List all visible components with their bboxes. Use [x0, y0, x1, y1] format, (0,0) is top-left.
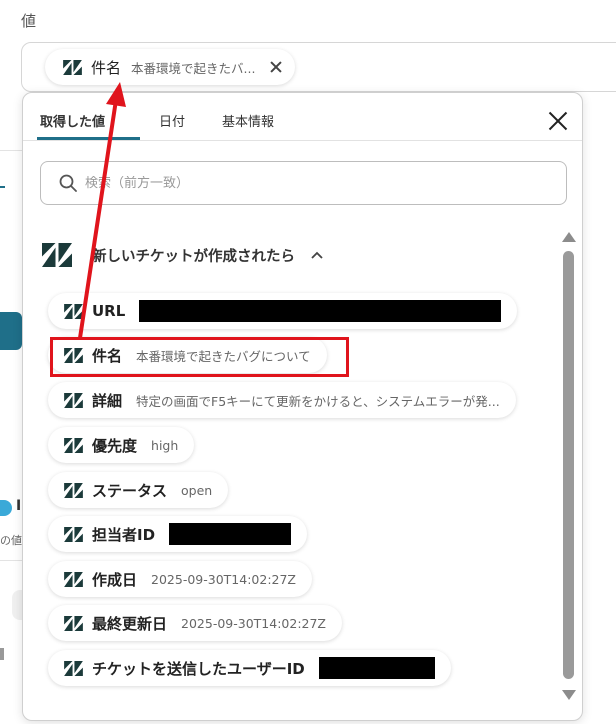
highlight-box: [50, 337, 349, 377]
field-item-assignee-id[interactable]: 担当者ID: [48, 516, 308, 552]
background-divider: [0, 648, 4, 660]
value-picker-popover: 取得した値 日付 基本情報 新しいチケットが作成されたら: [22, 92, 583, 721]
active-tab-indicator: [37, 137, 140, 140]
background-divider: [0, 560, 22, 561]
search-icon: [59, 174, 77, 192]
field-key: 優先度: [92, 436, 138, 455]
field-item-status[interactable]: ステータス open: [48, 472, 229, 508]
close-icon[interactable]: [269, 60, 283, 74]
tab-fetched-values[interactable]: 取得した値: [40, 111, 105, 130]
background-divider: [0, 150, 22, 151]
background-button-edge: [0, 312, 22, 350]
field-key: 詳細: [92, 391, 123, 410]
tab-bar: 取得した値 日付 基本情報: [23, 93, 582, 141]
redacted-value: [139, 300, 502, 322]
background-icon-edge: [0, 500, 12, 516]
zendesk-icon: [42, 243, 72, 267]
field-key: チケットを送信したユーザーID: [92, 659, 305, 678]
background-partial-text: I: [16, 498, 22, 514]
section-header[interactable]: 新しいチケットが作成されたら: [42, 243, 323, 267]
field-item-created-at[interactable]: 作成日 2025-09-30T14:02:27Z: [48, 561, 312, 597]
zendesk-icon: [64, 660, 83, 676]
chevron-up-icon[interactable]: [311, 251, 323, 259]
field-label: 値: [21, 12, 37, 30]
scroll-down-arrow[interactable]: [561, 689, 577, 701]
field-key: ステータス: [92, 481, 168, 500]
background-teal-mark: [0, 186, 5, 188]
zendesk-icon: [63, 59, 82, 75]
zendesk-icon: [64, 392, 83, 408]
background-partial-text: の値: [0, 534, 22, 547]
field-value: open: [181, 482, 213, 498]
redacted-value: [169, 523, 292, 545]
search-input[interactable]: [85, 175, 505, 191]
section-title: 新しいチケットが作成されたら: [92, 248, 295, 265]
background-divider: [12, 590, 22, 620]
field-value: 2025-09-30T14:02:27Z: [181, 615, 326, 631]
chip-value: 本番環境で起きたバ...: [131, 60, 256, 76]
redacted-value: [318, 657, 435, 679]
zendesk-icon: [64, 482, 83, 498]
field-item-updated-at[interactable]: 最終更新日 2025-09-30T14:02:27Z: [48, 605, 342, 641]
search-field[interactable]: [40, 161, 567, 205]
zendesk-icon: [64, 526, 83, 542]
field-item-details[interactable]: 詳細 特定の画面でF5キーにて更新をかけると、システムエラーが発...: [48, 382, 516, 418]
zendesk-icon: [64, 571, 83, 587]
scrollbar-thumb[interactable]: [563, 251, 574, 679]
close-icon[interactable]: [548, 111, 568, 131]
zendesk-icon: [64, 615, 83, 631]
field-value: high: [151, 437, 179, 453]
field-item-url[interactable]: URL: [48, 293, 518, 329]
field-item-priority[interactable]: 優先度 high: [48, 427, 195, 463]
tab-basic-info[interactable]: 基本情報: [222, 111, 274, 130]
field-value: 2025-09-30T14:02:27Z: [151, 571, 296, 587]
chip-key: 件名: [91, 58, 122, 77]
field-key: 担当者ID: [92, 525, 156, 544]
field-key: URL: [92, 302, 126, 320]
field-item-requester-id[interactable]: チケットを送信したユーザーID: [48, 650, 451, 686]
field-key: 作成日: [92, 570, 138, 589]
tab-date[interactable]: 日付: [159, 111, 185, 130]
scroll-up-arrow[interactable]: [561, 231, 577, 243]
zendesk-icon: [64, 437, 83, 453]
field-value: 特定の画面でF5キーにて更新をかけると、システムエラーが発...: [136, 393, 500, 409]
selected-value-chip[interactable]: 件名 本番環境で起きたバ...: [45, 49, 296, 85]
zendesk-icon: [64, 303, 83, 319]
field-key: 最終更新日: [92, 614, 168, 633]
